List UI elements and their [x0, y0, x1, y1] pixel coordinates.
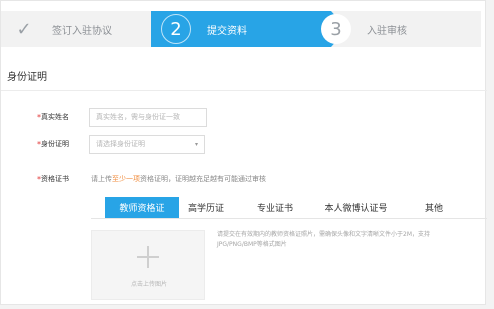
tab-degree-cert[interactable]: 高学历证 — [181, 197, 231, 218]
section-divider — [1, 90, 487, 91]
tab-other[interactable]: 其他 — [417, 197, 451, 218]
tab-weibo-verified[interactable]: 本人微博认证号 — [316, 197, 396, 218]
cert-tabs: 教师资格证 高学历证 专业证书 本人微博认证号 其他 — [91, 197, 487, 219]
check-icon: ✓ — [16, 18, 32, 40]
section-title: 身份证明 — [7, 72, 47, 83]
cert-hint: 请上传至少一项资格证明，证明越充足越有可能通过审核 — [91, 174, 266, 184]
hint-emphasis: 至少一项 — [112, 175, 140, 183]
field-label: 资格证书 — [41, 175, 69, 183]
step-label: 提交资料 — [207, 25, 247, 37]
chevron-down-icon: ▾ — [194, 140, 198, 148]
upload-image-button[interactable]: 点击上传图片 — [91, 230, 205, 300]
form-card: ✓ 签订入驻协议 2 提交资料 3 入驻审核 身份证明 * 真实姓名 真实姓名，… — [0, 0, 487, 305]
upload-label: 点击上传图片 — [130, 281, 167, 288]
step-label: 签订入驻协议 — [52, 25, 112, 37]
hint-prefix: 请上传 — [91, 175, 112, 183]
progress-steps: ✓ 签订入驻协议 2 提交资料 3 入驻审核 — [1, 11, 481, 47]
field-label: 身份证明 — [41, 140, 69, 148]
tab-teacher-cert[interactable]: 教师资格证 — [105, 197, 179, 218]
step-label: 入驻审核 — [367, 25, 407, 37]
step-number: 2 — [161, 14, 191, 44]
upload-description: 请提交在有效期内的教师资格证照片，需确保头像和文字清晰文件小于2M，支持JPG/… — [217, 231, 430, 248]
id-proof-select[interactable]: 请选择身份证明 ▾ — [89, 134, 205, 154]
step-agreement: ✓ 签订入驻协议 — [1, 11, 151, 47]
hint-suffix: 资格证明，证明越充足越有可能通过审核 — [140, 175, 266, 183]
step-number: 3 — [321, 14, 351, 44]
real-name-input[interactable]: 真实姓名，需与身份证一致 — [89, 107, 207, 127]
tab-professional-cert[interactable]: 专业证书 — [245, 197, 305, 218]
step-review: 3 入驻审核 — [317, 11, 481, 47]
field-label: 真实姓名 — [41, 113, 69, 121]
select-value: 请选择身份证明 — [96, 140, 145, 148]
step-submit-info: 2 提交资料 — [151, 11, 331, 47]
